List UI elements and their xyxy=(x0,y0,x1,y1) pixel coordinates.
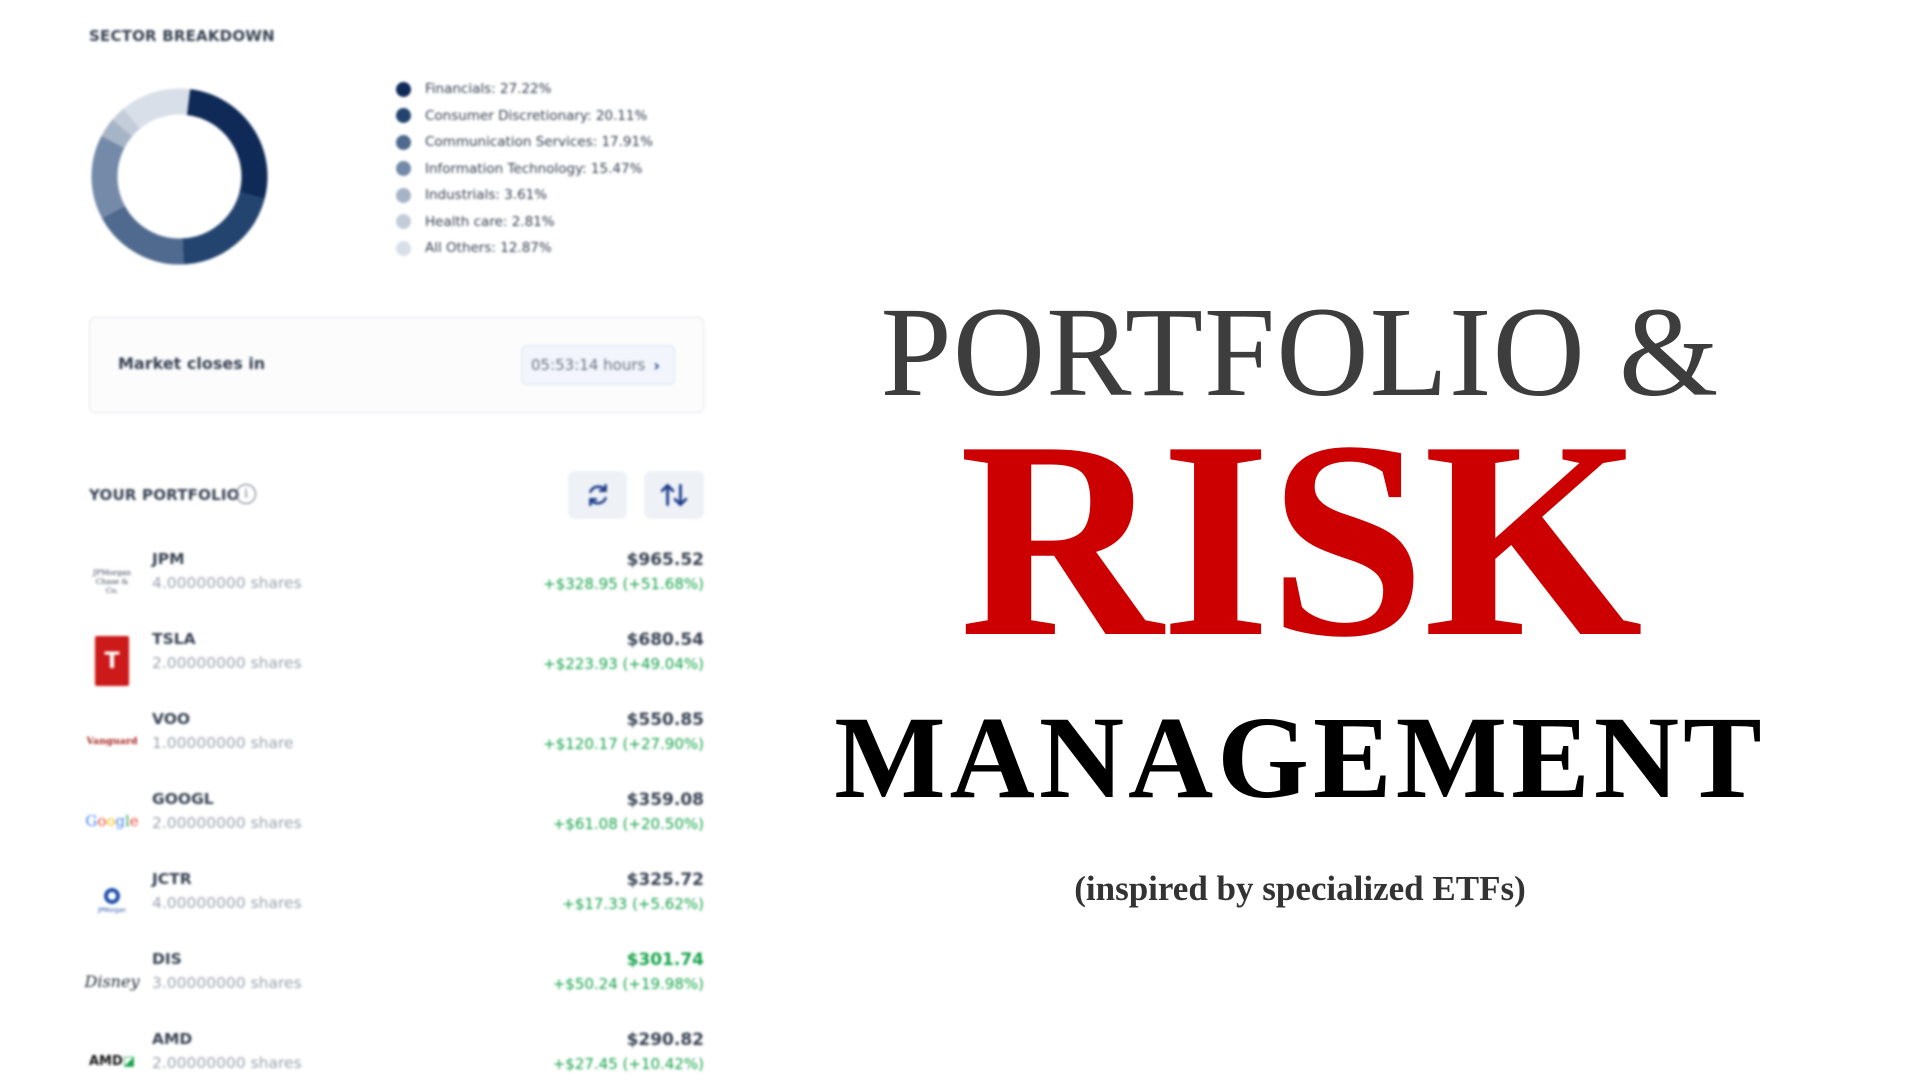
market-countdown-button[interactable]: 05:53:14 hours › xyxy=(521,345,675,385)
portfolio-app-screenshot: SECTOR BREAKDOWN Financials: 27.22% Cons… xyxy=(0,0,760,1080)
holding-row-tsla[interactable]: T TSLA 2.00000000 shares $680.54 +$223.9… xyxy=(89,630,704,690)
jpmorgan-etf-logo: JPMorgan xyxy=(89,876,135,926)
holding-ticker: AMD xyxy=(152,1030,193,1048)
legend-label: Health care: 2.81% xyxy=(425,213,555,230)
tesla-logo: T xyxy=(89,636,135,686)
holding-row-jpm[interactable]: JPMorgan Chase & Co. JPM 4.00000000 share… xyxy=(89,550,704,610)
holding-row-voo[interactable]: Vanguard VOO 1.00000000 share $550.85 +$… xyxy=(86,710,704,770)
legend-item: Communication Services: 17.91% xyxy=(396,129,653,156)
jctr-logo-text: JPMorgan xyxy=(98,907,126,914)
legend-dot xyxy=(396,240,411,256)
holding-ticker: JPM xyxy=(152,550,185,568)
sector-legend: Financials: 27.22% Consumer Discretionar… xyxy=(396,76,653,262)
holding-shares: 2.00000000 shares xyxy=(152,1054,302,1072)
jpm-logo-line2: Chase & Co. xyxy=(95,576,129,595)
holding-shares: 4.00000000 shares xyxy=(152,894,302,912)
holding-change: +$27.45 (+10.42%) xyxy=(552,1055,704,1073)
donut-segment-5 xyxy=(112,108,141,137)
holding-row-dis[interactable]: Disney DIS 3.00000000 shares $301.74 +$5… xyxy=(84,950,704,1010)
holding-value: $325.72 xyxy=(626,870,704,890)
donut-segment-6 xyxy=(123,88,191,129)
legend-item: All Others: 12.87% xyxy=(396,235,653,262)
amd-logo: AMD ◪ xyxy=(89,1036,135,1086)
countdown-text: 05:53:14 hours xyxy=(531,356,646,374)
holding-change: +$328.95 (+51.68%) xyxy=(543,575,704,593)
holding-ticker: TSLA xyxy=(152,630,196,648)
market-hours-card: Market closes in 05:53:14 hours › xyxy=(89,317,704,413)
holding-ticker: JCTR xyxy=(152,870,192,888)
sector-breakdown-title: SECTOR BREAKDOWN xyxy=(89,27,275,45)
legend-item: Industrials: 3.61% xyxy=(396,182,653,209)
headline-risk: RISK xyxy=(959,383,1643,695)
holding-change: +$17.33 (+5.62%) xyxy=(562,895,704,913)
legend-dot xyxy=(396,134,411,150)
legend-item: Information Technology: 15.47% xyxy=(396,156,653,183)
portfolio-title: YOUR PORTFOLIO xyxy=(89,486,240,504)
refresh-icon xyxy=(588,483,607,507)
jpmorgan-emblem-icon xyxy=(104,888,120,904)
donut-segment-2 xyxy=(101,205,184,265)
legend-item: Financials: 27.22% xyxy=(396,76,653,103)
holding-ticker: DIS xyxy=(152,950,182,968)
refresh-button[interactable] xyxy=(568,471,627,519)
holding-value: $290.82 xyxy=(626,1030,704,1050)
legend-item: Health care: 2.81% xyxy=(396,209,653,236)
legend-label: Communication Services: 17.91% xyxy=(425,134,653,151)
amd-logo-text: AMD xyxy=(88,1053,123,1069)
holding-change: +$120.17 (+27.90%) xyxy=(543,735,704,753)
holding-ticker: VOO xyxy=(152,710,191,728)
sector-donut-svg xyxy=(91,88,268,265)
holding-row-jctr[interactable]: JPMorgan JCTR 4.00000000 shares $325.72 … xyxy=(89,870,704,930)
google-logo: Google xyxy=(85,812,139,830)
donut-segment-1 xyxy=(181,191,265,265)
legend-item: Consumer Discretionary: 20.11% xyxy=(396,103,653,130)
jpm-logo-line1: JPMorgan xyxy=(93,567,131,577)
sector-donut-chart xyxy=(86,83,273,270)
holding-value: $680.54 xyxy=(626,630,704,650)
holding-value: $965.52 xyxy=(626,550,704,570)
holding-value: $359.08 xyxy=(626,790,704,810)
donut-segment-4 xyxy=(101,119,133,149)
holding-change: +$61.08 (+20.50%) xyxy=(552,815,704,833)
sort-button[interactable] xyxy=(644,471,704,519)
legend-dot xyxy=(396,214,411,230)
legend-dot xyxy=(396,81,411,97)
legend-label: Financials: 27.22% xyxy=(425,81,552,98)
legend-dot xyxy=(396,161,411,177)
holding-shares: 2.00000000 shares xyxy=(152,654,302,672)
holding-shares: 2.00000000 shares xyxy=(152,814,302,832)
holding-value: $550.85 xyxy=(626,710,704,730)
holding-change: +$50.24 (+19.98%) xyxy=(552,975,704,993)
holding-row-amd[interactable]: AMD ◪ AMD 2.00000000 shares $290.82 +$27.… xyxy=(89,1030,704,1090)
amd-arrow-icon: ◪ xyxy=(122,1053,136,1069)
holding-row-googl[interactable]: Google GOOGL 2.00000000 shares $359.08 +… xyxy=(85,790,704,850)
sort-arrows-icon xyxy=(660,483,688,507)
holding-ticker: GOOGL xyxy=(152,790,214,808)
holding-shares: 1.00000000 share xyxy=(152,734,294,752)
legend-label: All Others: 12.87% xyxy=(425,240,552,257)
headline-management: MANAGEMENT xyxy=(834,692,1766,823)
donut-segment-0 xyxy=(186,89,268,200)
jpmorgan-logo: JPMorgan Chase & Co. xyxy=(89,556,135,606)
legend-label: Information Technology: 15.47% xyxy=(425,160,643,177)
headline-subtitle: (inspired by specialized ETFs) xyxy=(1074,869,1526,908)
market-closes-label: Market closes in xyxy=(118,354,266,373)
tesla-t-icon: T xyxy=(95,636,129,686)
headline-block: PORTFOLIO & RISK MANAGEMENT (inspired by… xyxy=(800,0,1800,1080)
info-icon[interactable]: i xyxy=(236,484,256,504)
holding-shares: 4.00000000 shares xyxy=(152,574,302,592)
chevron-right-icon: › xyxy=(653,355,660,375)
donut-segment-3 xyxy=(91,135,126,219)
vanguard-logo: Vanguard xyxy=(86,735,138,747)
holding-shares: 3.00000000 shares xyxy=(152,974,302,992)
holding-change: +$223.93 (+49.04%) xyxy=(543,655,704,673)
legend-dot xyxy=(396,187,411,203)
holding-value: $301.74 xyxy=(626,950,704,970)
legend-label: Industrials: 3.61% xyxy=(425,187,548,204)
legend-dot xyxy=(396,108,411,124)
disney-logo: Disney xyxy=(84,971,140,991)
legend-label: Consumer Discretionary: 20.11% xyxy=(425,107,648,124)
